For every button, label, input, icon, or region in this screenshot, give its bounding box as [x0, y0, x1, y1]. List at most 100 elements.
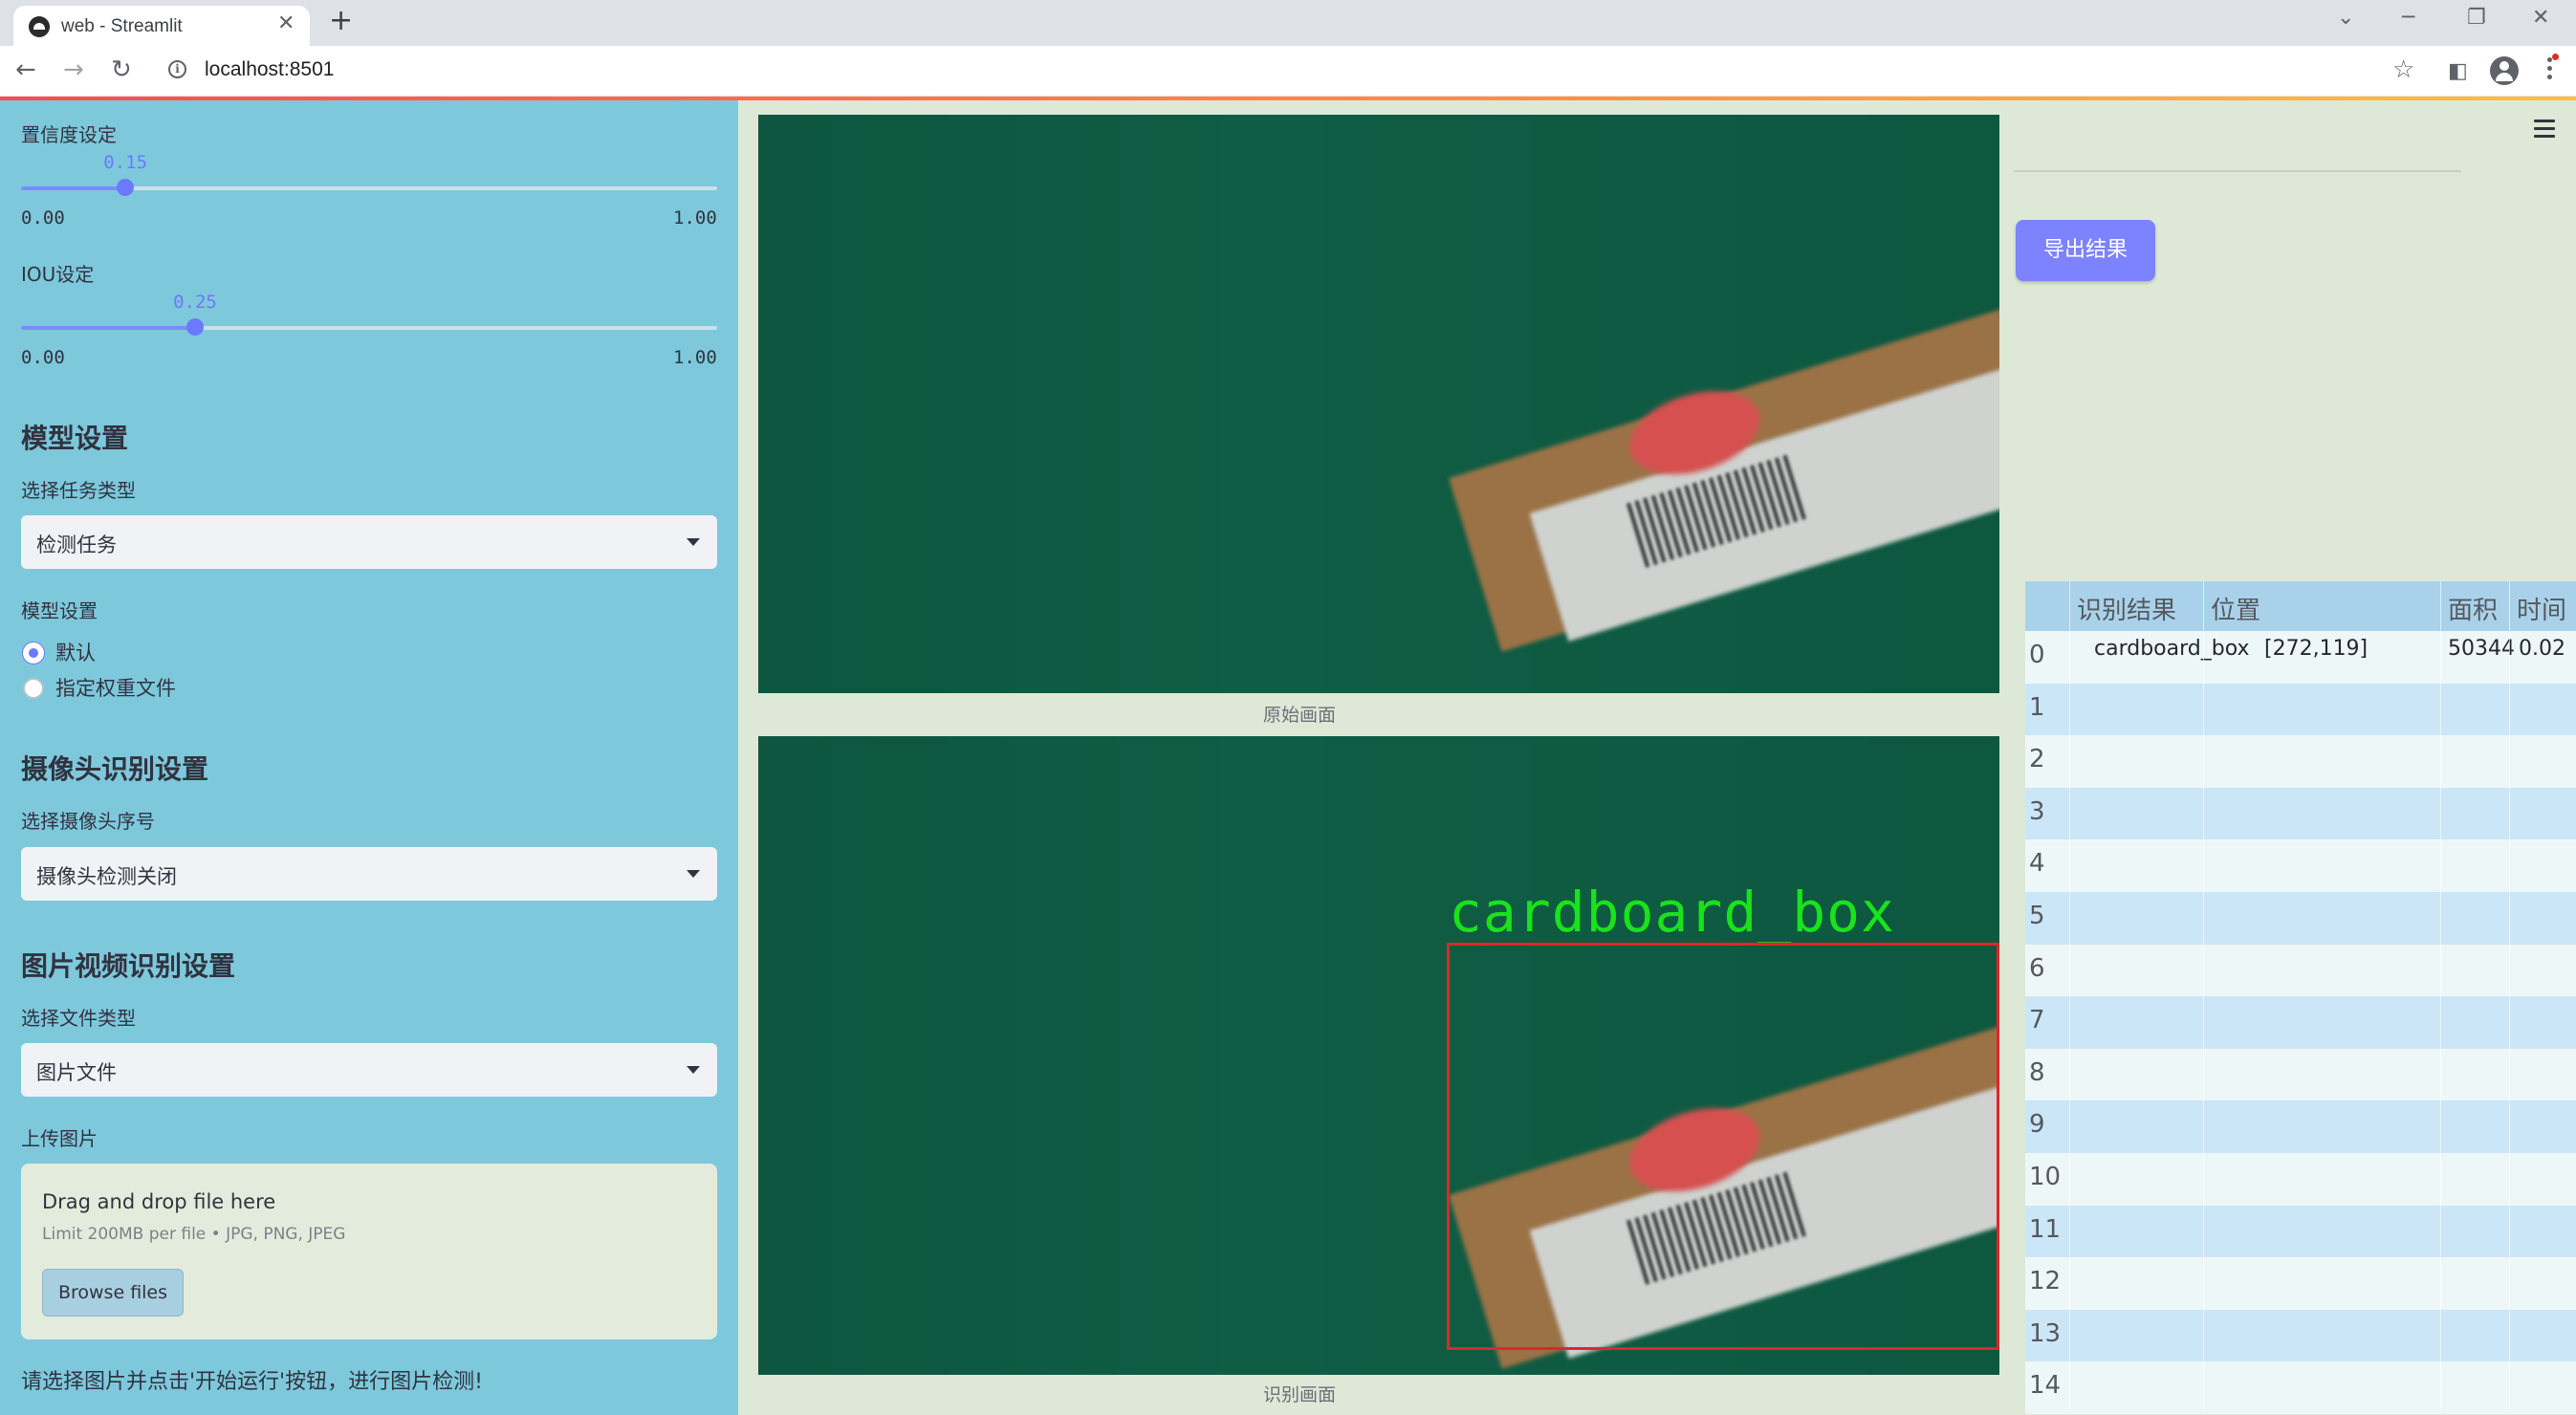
streamlit-favicon-icon: [29, 16, 50, 37]
browser-tab[interactable]: web - Streamlit ✕: [13, 6, 310, 46]
upload-label: 上传图片: [21, 1127, 98, 1150]
table-row[interactable]: 0 cardboard_box [272,119] 50344 0.02: [2025, 631, 2576, 684]
dropzone-title: Drag and drop file here: [42, 1190, 276, 1213]
header-area: 面积: [2448, 597, 2499, 625]
table-row[interactable]: 12: [2025, 1257, 2576, 1310]
radio-default[interactable]: [23, 642, 44, 664]
iou-slider-fill: [21, 326, 195, 330]
radio-custom-weights[interactable]: [23, 678, 44, 699]
original-image: [758, 115, 1999, 693]
table-header: 识别结果 位置 面积 时间: [2025, 581, 2576, 631]
url-text[interactable]: localhost:8501: [205, 58, 334, 81]
table-row[interactable]: 7: [2025, 996, 2576, 1049]
confidence-slider[interactable]: [21, 179, 717, 196]
table-row[interactable]: 9: [2025, 1100, 2576, 1153]
row-index: 12: [2029, 1267, 2062, 1296]
row-index: 7: [2029, 1006, 2045, 1035]
original-caption: 原始画面: [1262, 705, 1337, 726]
row-index: 3: [2029, 796, 2045, 826]
detection-bounding-box: [1447, 943, 1999, 1350]
detection-label: cardboard_box: [1449, 880, 1895, 945]
file-type-select[interactable]: 图片文件: [21, 1043, 717, 1097]
site-info-icon[interactable]: i: [168, 60, 186, 78]
dropzone-limit: Limit 200MB per file • JPG, PNG, JPEG: [42, 1225, 346, 1244]
table-row[interactable]: 4: [2025, 839, 2576, 892]
minimize-icon[interactable]: ─: [2402, 6, 2414, 30]
confidence-min: 0.00: [21, 207, 65, 229]
cell-result: cardboard_box: [2094, 637, 2250, 661]
profile-avatar-icon[interactable]: [2490, 56, 2519, 85]
iou-slider-thumb[interactable]: [186, 318, 204, 336]
browser-tabbar: web - Streamlit ✕ + ⌄ ─ ❐ ✕: [0, 0, 2576, 46]
close-tab-icon[interactable]: ✕: [277, 11, 295, 35]
row-index: 6: [2029, 953, 2045, 983]
iou-value: 0.25: [173, 292, 217, 313]
header-position: 位置: [2211, 597, 2261, 625]
address-bar: ← → ↻ i localhost:8501 ☆ ◧: [0, 46, 2576, 97]
task-type-select[interactable]: 检测任务: [21, 515, 717, 569]
table-row[interactable]: 11: [2025, 1205, 2576, 1258]
export-results-button[interactable]: 导出结果: [2016, 220, 2155, 281]
model-settings-label: 模型设置: [21, 599, 98, 622]
table-row[interactable]: 6: [2025, 944, 2576, 997]
table-row[interactable]: 2: [2025, 735, 2576, 788]
table-row[interactable]: 8: [2025, 1048, 2576, 1101]
task-type-value: 检测任务: [36, 533, 117, 556]
model-section-heading: 模型设置: [21, 423, 129, 454]
tab-search-chevron-icon[interactable]: ⌄: [2337, 6, 2354, 30]
file-type-value: 图片文件: [36, 1061, 117, 1084]
streamlit-menu-icon[interactable]: [2534, 120, 2555, 142]
row-index: 2: [2029, 745, 2045, 774]
row-index: 14: [2029, 1371, 2062, 1401]
confidence-value: 0.15: [103, 152, 148, 173]
media-section-heading: 图片视频识别设置: [21, 950, 236, 982]
table-row[interactable]: 3: [2025, 787, 2576, 840]
row-index: 5: [2029, 902, 2045, 930]
row-index: 9: [2029, 1110, 2045, 1140]
cell-area: 50344: [2448, 637, 2515, 661]
cell-time: 0.02: [2519, 637, 2565, 661]
iou-min: 0.00: [21, 347, 65, 368]
close-window-icon[interactable]: ✕: [2532, 6, 2549, 30]
browse-files-button[interactable]: Browse files: [42, 1269, 184, 1317]
sidebar: 置信度设定 0.15 0.00 1.00 IOU设定 0.25 0.00 1.0…: [0, 100, 738, 1415]
file-type-label: 选择文件类型: [21, 1007, 136, 1030]
iou-label: IOU设定: [21, 263, 95, 286]
row-index: 0: [2029, 641, 2045, 669]
file-dropzone[interactable]: Drag and drop file here Limit 200MB per …: [21, 1164, 717, 1339]
cell-position: [272,119]: [2264, 637, 2369, 661]
omnibox[interactable]: i localhost:8501: [157, 52, 2394, 90]
chevron-down-icon: [687, 1066, 700, 1074]
iou-slider[interactable]: [21, 318, 717, 336]
tab-title: web - Streamlit: [61, 16, 183, 36]
table-row[interactable]: 10: [2025, 1153, 2576, 1206]
browser-menu-icon[interactable]: [2547, 54, 2559, 83]
restore-icon[interactable]: ❐: [2467, 6, 2486, 30]
forward-icon[interactable]: →: [63, 55, 84, 84]
instruction-text: 请选择图片并点击'开始运行'按钮，进行图片检测!: [21, 1370, 483, 1394]
confidence-label: 置信度设定: [21, 123, 117, 146]
back-icon[interactable]: ←: [15, 55, 36, 84]
radio-custom-weights-label[interactable]: 指定权重文件: [55, 673, 176, 702]
result-image: cardboard_box: [758, 736, 1999, 1375]
bookmark-star-icon[interactable]: ☆: [2392, 55, 2414, 84]
side-panel-icon[interactable]: ◧: [2448, 57, 2468, 86]
result-caption: 识别画面: [1262, 1384, 1337, 1405]
confidence-slider-fill: [21, 186, 126, 190]
confidence-slider-thumb[interactable]: [117, 179, 135, 196]
chevron-down-icon: [687, 870, 700, 878]
table-row[interactable]: 5: [2025, 892, 2576, 945]
camera-label: 选择摄像头序号: [21, 810, 155, 833]
row-index: 13: [2029, 1318, 2062, 1348]
camera-section-heading: 摄像头识别设置: [21, 753, 209, 785]
camera-select[interactable]: 摄像头检测关闭: [21, 847, 717, 901]
header-time: 时间: [2517, 597, 2567, 625]
confidence-max: 1.00: [673, 207, 717, 229]
iou-max: 1.00: [673, 347, 717, 368]
table-row[interactable]: 14: [2025, 1361, 2576, 1414]
reload-icon[interactable]: ↻: [111, 55, 132, 84]
radio-default-label[interactable]: 默认: [55, 638, 96, 666]
table-row[interactable]: 1: [2025, 683, 2576, 736]
new-tab-icon[interactable]: +: [329, 4, 353, 37]
table-row[interactable]: 13: [2025, 1309, 2576, 1362]
